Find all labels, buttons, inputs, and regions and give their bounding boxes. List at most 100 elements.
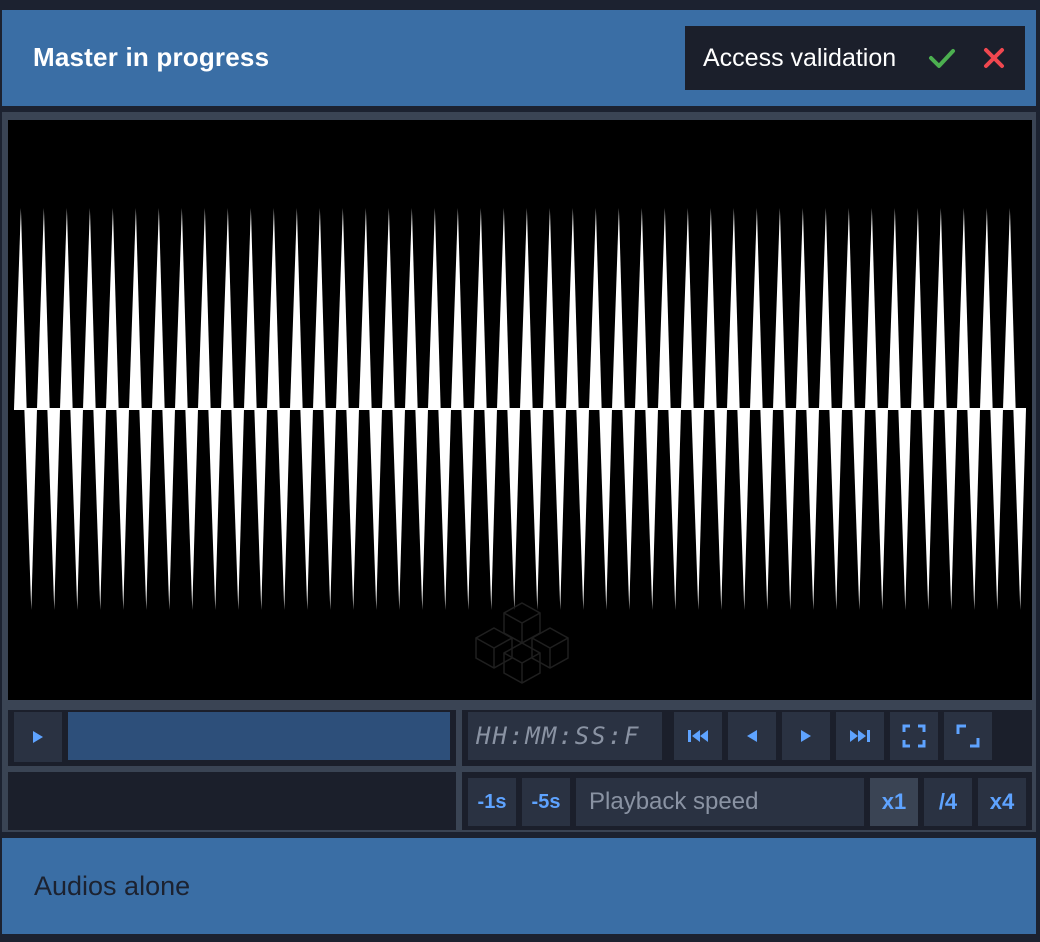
waveform-trough <box>622 409 635 610</box>
waveform-peak <box>865 208 878 409</box>
waveform-trough <box>852 409 865 610</box>
waveform-trough <box>530 409 543 610</box>
play-icon <box>33 731 43 743</box>
audios-section[interactable]: Audios alone <box>2 838 1036 934</box>
waveform-trough <box>760 409 773 610</box>
speed-quarter-button[interactable]: /4 <box>924 778 972 826</box>
waveform-peak <box>359 208 372 409</box>
waveform-trough <box>990 409 1003 610</box>
waveform-peak <box>451 208 464 409</box>
waveform-peak <box>198 208 211 409</box>
isometric-cubes-logo-icon <box>475 602 569 684</box>
waveform-peak <box>336 208 349 409</box>
waveform-trough <box>737 409 750 610</box>
fullscreen-button[interactable] <box>890 712 938 760</box>
waveform-trough <box>806 409 819 610</box>
waveform-peak <box>566 208 579 409</box>
waveform-peak <box>888 208 901 409</box>
resize-icon <box>956 724 980 748</box>
speed-row: -1s -5s Playback speed x1 /4 x4 <box>2 768 1036 832</box>
waveform-trough <box>645 409 658 610</box>
waveform-trough <box>599 409 612 610</box>
master-header: Master in progress Access validation <box>2 10 1036 106</box>
waveform-trough <box>783 409 796 610</box>
waveform-peak <box>773 208 786 409</box>
play-button[interactable] <box>14 712 62 762</box>
waveform-trough <box>116 409 129 610</box>
waveform-peak <box>382 208 395 409</box>
waveform-trough <box>162 409 175 610</box>
waveform-trough <box>231 409 244 610</box>
waveform-trough <box>829 409 842 610</box>
speed-x1-button[interactable]: x1 <box>870 778 918 826</box>
waveform-trough <box>392 409 405 610</box>
waveform-peak <box>589 208 602 409</box>
waveform-trough <box>277 409 290 610</box>
check-icon[interactable] <box>928 46 956 70</box>
waveform-trough <box>254 409 267 610</box>
skip-start-icon <box>688 730 708 742</box>
waveform-peak <box>750 208 763 409</box>
video-viewer[interactable] <box>8 120 1032 700</box>
step-forward-icon <box>801 730 811 742</box>
waveform-peak <box>842 208 855 409</box>
step-back-icon <box>747 730 757 742</box>
waveform-peak <box>221 208 234 409</box>
waveform-trough <box>576 409 589 610</box>
waveform-peak <box>796 208 809 409</box>
waveform-peak <box>313 208 326 409</box>
empty-panel <box>8 772 456 830</box>
fullscreen-icon <box>902 724 926 748</box>
seek-back-1s-button[interactable]: -1s <box>468 778 516 826</box>
waveform-trough <box>507 409 520 610</box>
waveform-peak <box>819 208 832 409</box>
waveform-peak <box>520 208 533 409</box>
access-validation-label: Access validation <box>703 44 897 72</box>
waveform-trough <box>691 409 704 610</box>
playback-speed-input[interactable]: Playback speed <box>576 778 864 826</box>
waveform-trough <box>185 409 198 610</box>
skip-start-button[interactable] <box>674 712 722 760</box>
waveform-trough <box>714 409 727 610</box>
waveform-peak <box>681 208 694 409</box>
waveform-peak <box>474 208 487 409</box>
skip-end-button[interactable] <box>836 712 884 760</box>
speed-x4-button[interactable]: x4 <box>978 778 1026 826</box>
step-back-button[interactable] <box>728 712 776 760</box>
waveform-peak <box>14 208 27 409</box>
waveform-peak <box>704 208 717 409</box>
waveform-trough <box>461 409 474 610</box>
waveform-trough <box>47 409 60 610</box>
waveform-peak <box>911 208 924 409</box>
waveform-peak <box>727 208 740 409</box>
waveform-trough <box>484 409 497 610</box>
waveform-peak <box>37 208 50 409</box>
waveform-trough <box>70 409 83 610</box>
progress-bar[interactable] <box>68 712 450 760</box>
waveform-trough <box>875 409 888 610</box>
waveform-trough <box>93 409 106 610</box>
waveform-trough <box>415 409 428 610</box>
waveform-peak <box>106 208 119 409</box>
waveform-trough <box>346 409 359 610</box>
step-forward-button[interactable] <box>782 712 830 760</box>
waveform-trough <box>898 409 911 610</box>
waveform-trough <box>438 409 451 610</box>
waveform-peak <box>980 208 993 409</box>
waveform-peak <box>428 208 441 409</box>
waveform-peak <box>267 208 280 409</box>
seek-back-5s-button[interactable]: -5s <box>522 778 570 826</box>
waveform-trough <box>967 409 980 610</box>
audios-section-label: Audios alone <box>34 871 191 901</box>
waveform-peak <box>612 208 625 409</box>
waveform-peak <box>957 208 970 409</box>
waveform-peak <box>175 208 188 409</box>
skip-end-icon <box>850 730 870 742</box>
close-icon[interactable] <box>982 46 1006 70</box>
timecode-input[interactable]: HH:MM:SS:F <box>468 712 662 760</box>
resize-button[interactable] <box>944 712 992 760</box>
waveform-peak <box>543 208 556 409</box>
waveform-trough <box>668 409 681 610</box>
waveform-peak <box>658 208 671 409</box>
access-validation-panel: Access validation <box>685 26 1025 90</box>
